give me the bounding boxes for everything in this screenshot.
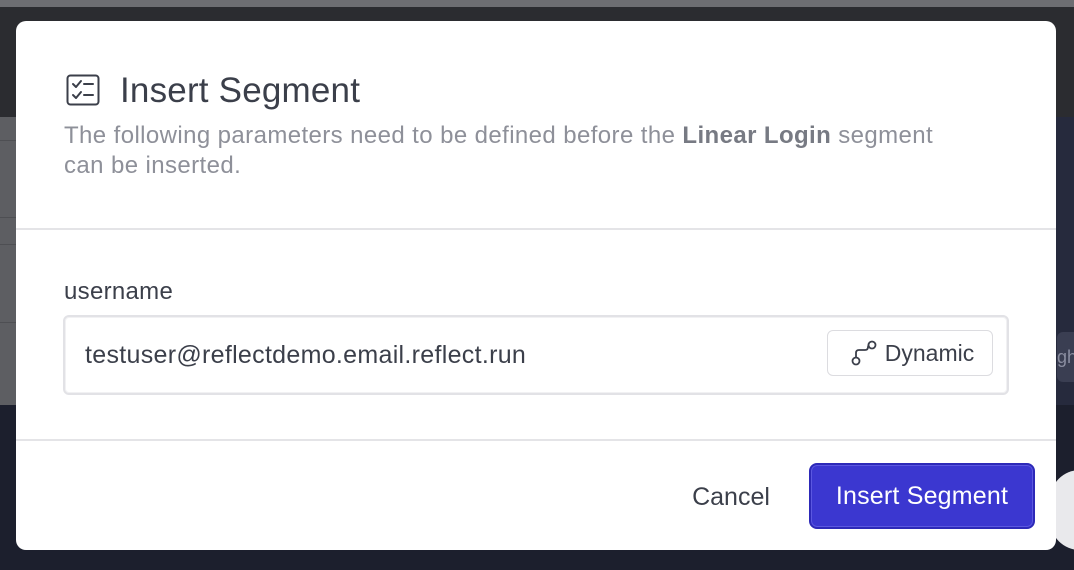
- dialog-title: Insert Segment: [120, 71, 361, 110]
- row-divider: [0, 244, 16, 245]
- dialog-description: The following parameters need to be defi…: [64, 121, 964, 181]
- dynamic-flow-icon: [851, 340, 877, 366]
- insert-segment-dialog: Insert Segment The following parameters …: [16, 21, 1056, 550]
- checklist-icon: [66, 74, 100, 106]
- header-divider: [16, 228, 1056, 230]
- row-divider: [0, 217, 16, 218]
- app-side-chip-text: gh: [1057, 347, 1074, 367]
- username-label: username: [64, 278, 174, 305]
- segment-name: Linear Login: [682, 122, 832, 149]
- dynamic-button-label: Dynamic: [884, 339, 975, 366]
- app-top-bar: [0, 0, 1074, 7]
- row-divider: [0, 322, 16, 323]
- description-text: The following parameters need to be defi…: [64, 122, 683, 149]
- footer-divider: [16, 439, 1056, 441]
- row-divider: [0, 140, 16, 141]
- insert-segment-button[interactable]: Insert Segment: [809, 463, 1035, 529]
- dialog-header: Insert Segment The following parameters …: [16, 21, 1056, 229]
- cancel-button[interactable]: Cancel: [676, 473, 786, 521]
- username-input[interactable]: [85, 317, 805, 393]
- app-side-chip: gh: [1057, 332, 1074, 382]
- username-field: Dynamic: [63, 315, 1009, 395]
- dynamic-button[interactable]: Dynamic: [827, 330, 993, 376]
